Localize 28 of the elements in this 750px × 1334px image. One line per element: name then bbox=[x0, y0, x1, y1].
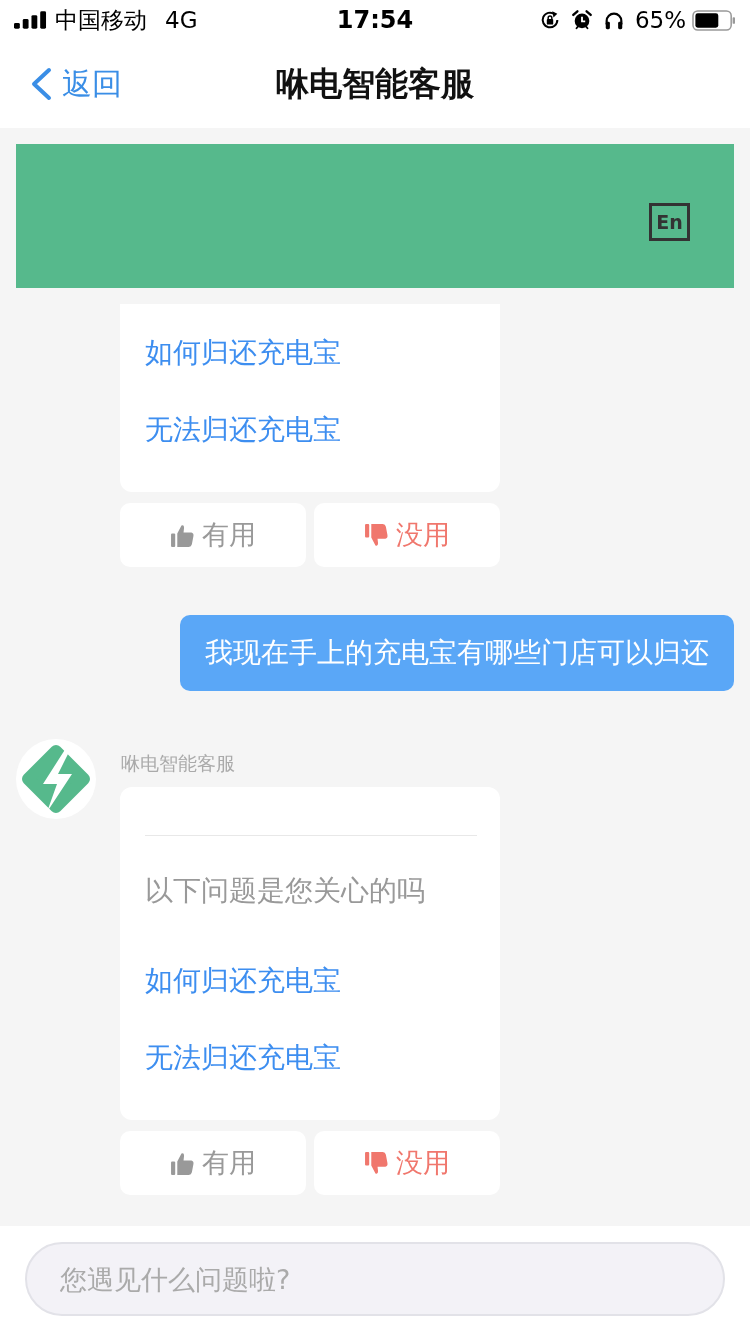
lightning-logo-icon bbox=[16, 739, 96, 819]
user-message-bubble: 我现在手上的充电宝有哪些门店可以归还 bbox=[180, 615, 734, 691]
network-type: 4G bbox=[165, 6, 198, 34]
clock-time: 17:54 bbox=[336, 6, 414, 34]
prompt-text: 以下问题是您关心的吗 bbox=[145, 873, 426, 909]
question-link[interactable]: 如何归还充电宝 bbox=[145, 333, 341, 373]
question-link[interactable]: 无法归还充电宝 bbox=[145, 1038, 341, 1078]
useless-button[interactable]: 没用 bbox=[314, 503, 500, 567]
battery-icon bbox=[692, 9, 736, 31]
useful-button[interactable]: 有用 bbox=[120, 503, 306, 567]
thumbs-down-icon bbox=[364, 1150, 389, 1176]
question-link[interactable]: 如何归还充电宝 bbox=[145, 961, 341, 1001]
thumbs-up-icon bbox=[170, 1150, 195, 1176]
back-button[interactable]: 返回 bbox=[30, 64, 122, 104]
useful-button[interactable]: 有用 bbox=[120, 1131, 306, 1195]
alarm-clock-icon bbox=[570, 9, 593, 31]
page-title: 咻电智能客服 bbox=[276, 63, 474, 105]
message-input-field[interactable]: 您遇见什么问题啦? bbox=[25, 1242, 725, 1316]
question-link[interactable]: 无法归还充电宝 bbox=[145, 410, 341, 450]
thumbs-down-icon bbox=[364, 522, 389, 548]
thumbs-up-icon bbox=[170, 522, 195, 548]
language-button[interactable]: En bbox=[649, 203, 690, 241]
useless-button[interactable]: 没用 bbox=[314, 1131, 500, 1195]
carrier-name: 中国移动 bbox=[55, 6, 147, 34]
chevron-left-icon bbox=[30, 67, 52, 101]
battery-percentage: 65% bbox=[634, 6, 686, 34]
signal-icon bbox=[14, 11, 47, 29]
sender-name: 咻电智能客服 bbox=[121, 751, 236, 775]
